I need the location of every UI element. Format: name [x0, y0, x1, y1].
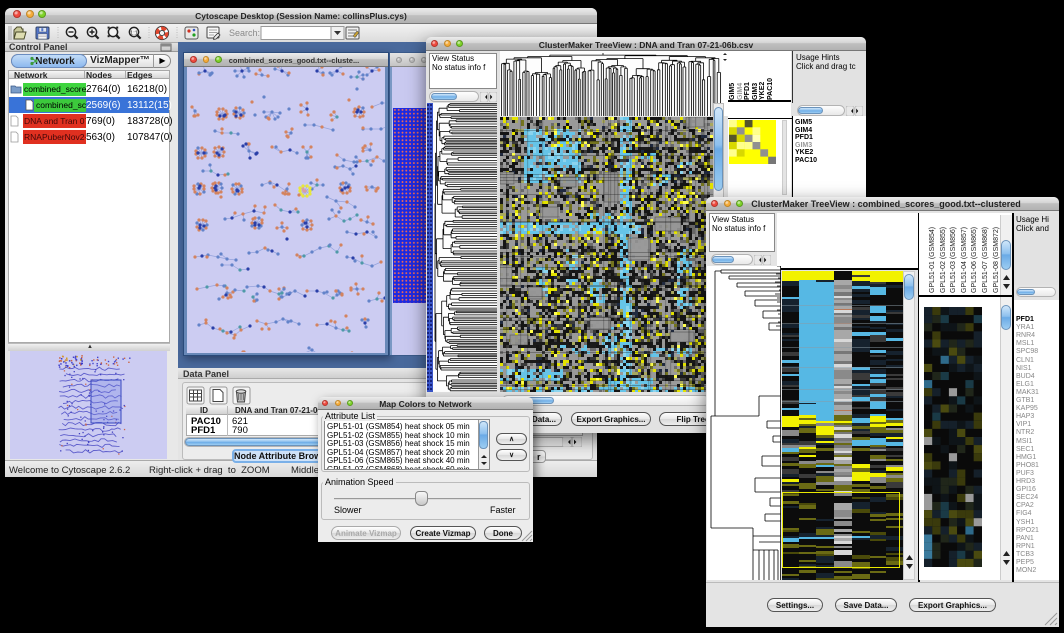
svg-text:Search:: Search:	[229, 28, 260, 38]
svg-text:1:1: 1:1	[130, 30, 138, 36]
